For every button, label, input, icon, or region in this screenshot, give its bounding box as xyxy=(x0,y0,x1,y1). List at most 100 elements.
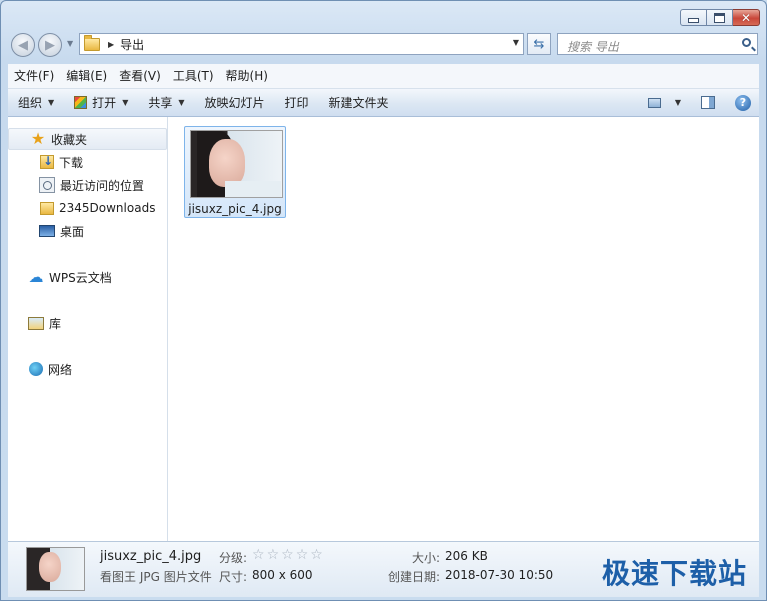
folder-icon xyxy=(84,34,100,51)
window-controls: ✕ xyxy=(680,9,760,26)
details-pane: jisuxz_pic_4.jpg 看图王 JPG 图片文件 分级: ☆ ☆ ☆ ☆ ☆ … xyxy=(8,541,759,597)
chevron-down-icon: ▼ xyxy=(178,98,185,107)
share-button[interactable]: 共享 ▼ xyxy=(138,89,194,116)
library-icon xyxy=(28,316,44,330)
rating-label: 分级: xyxy=(219,551,248,565)
print-label: 打印 xyxy=(284,96,309,110)
help-icon[interactable]: ? xyxy=(735,94,751,111)
rating-stars[interactable]: ☆ ☆ ☆ ☆ ☆ xyxy=(252,547,325,563)
menu-view[interactable]: 查看(V) xyxy=(113,66,167,86)
site-watermark: 极速下载站 xyxy=(601,557,747,590)
nav-network-label: 网络 xyxy=(48,362,73,377)
star-icon[interactable]: ☆ xyxy=(281,547,294,563)
dimensions-value: 800 x 600 xyxy=(252,568,313,582)
star-icon[interactable]: ☆ xyxy=(296,547,309,563)
explorer-window: ✕ ◀ ▶ ▼ ▶ 导出 ▼ ⇆ 搜索 导出 文件(F) 编辑(E) 查看(V)… xyxy=(0,0,767,601)
print-button[interactable]: 打印 xyxy=(275,89,319,116)
close-icon: ✕ xyxy=(740,10,752,25)
nav-downloads-label: 下载 xyxy=(59,155,84,170)
cloud-icon: ☁ xyxy=(28,268,44,286)
menu-bar: 文件(F) 编辑(E) 查看(V) 工具(T) 帮助(H) xyxy=(8,64,759,89)
details-file-name: jisuxz_pic_4.jpg xyxy=(100,549,202,564)
open-button[interactable]: 打开 ▼ xyxy=(64,89,138,116)
back-button[interactable]: ◀ xyxy=(11,33,35,57)
chevron-down-icon: ▼ xyxy=(122,98,129,107)
change-view-icon[interactable] xyxy=(647,97,661,108)
created-date-label: 创建日期: xyxy=(388,570,441,584)
network-icon xyxy=(29,362,43,376)
organize-button[interactable]: 组织 ▼ xyxy=(8,89,64,116)
nav-wps-cloud[interactable]: ☁ WPS云文档 xyxy=(8,266,167,288)
navigation-row: ◀ ▶ ▼ ▶ 导出 ▼ ⇆ 搜索 导出 xyxy=(11,31,758,57)
slideshow-button[interactable]: 放映幻灯片 xyxy=(195,89,275,116)
breadcrumb-current-folder[interactable]: 导出 xyxy=(120,36,144,53)
nav-recent-label: 最近访问的位置 xyxy=(60,178,145,193)
address-bar[interactable]: ▶ 导出 ▼ xyxy=(79,33,524,55)
open-label: 打开 xyxy=(92,96,117,110)
navigation-pane: ★ 收藏夹 下载 最近访问的位置 2345Downloads 桌面 ☁ WPS云… xyxy=(8,117,168,541)
forward-button[interactable]: ▶ xyxy=(38,33,62,57)
nav-2345downloads-label: 2345Downloads xyxy=(59,201,156,215)
size-label: 大小: xyxy=(412,551,441,565)
file-thumbnail xyxy=(190,130,283,198)
minimize-button[interactable] xyxy=(680,9,707,26)
close-button[interactable]: ✕ xyxy=(733,9,760,26)
toolbar-right-group: ▼ ? xyxy=(647,89,751,116)
recent-pages-dropdown[interactable]: ▼ xyxy=(67,39,73,48)
file-list-pane[interactable]: jisuxz_pic_4.jpg xyxy=(168,117,759,541)
share-label: 共享 xyxy=(148,96,173,110)
breadcrumb-separator-icon[interactable]: ▶ xyxy=(108,40,114,49)
refresh-icon: ⇆ xyxy=(533,36,545,52)
nav-wps-label: WPS云文档 xyxy=(49,270,112,285)
desktop-icon xyxy=(39,225,55,237)
nav-desktop-label: 桌面 xyxy=(60,224,85,239)
star-icon[interactable]: ☆ xyxy=(310,547,323,563)
nav-library-label: 库 xyxy=(49,316,62,331)
back-arrow-icon: ◀ xyxy=(18,37,28,53)
organize-label: 组织 xyxy=(18,96,43,110)
refresh-button[interactable]: ⇆ xyxy=(527,33,551,55)
recent-places-icon xyxy=(39,177,55,193)
command-bar: 组织 ▼ 打开 ▼ 共享 ▼ 放映幻灯片 打印 新建文件夹 ▼ ? xyxy=(8,89,759,117)
preview-pane-icon[interactable] xyxy=(701,96,715,109)
maximize-icon xyxy=(714,12,725,23)
folder-icon xyxy=(40,201,54,215)
details-file-type: 看图王 JPG 图片文件 xyxy=(100,570,212,584)
search-icon[interactable] xyxy=(742,38,751,47)
thumbnail-face-shape xyxy=(209,139,245,187)
dimensions-label: 尺寸: xyxy=(219,570,248,584)
downloads-folder-icon xyxy=(40,154,54,169)
slideshow-label: 放映幻灯片 xyxy=(204,96,265,110)
search-placeholder: 搜索 导出 xyxy=(567,40,619,54)
thumbnail-body-shape xyxy=(225,181,281,197)
menu-file[interactable]: 文件(F) xyxy=(8,66,60,86)
search-input[interactable]: 搜索 导出 xyxy=(557,33,758,55)
nav-network[interactable]: 网络 xyxy=(8,358,167,380)
nav-2345downloads[interactable]: 2345Downloads xyxy=(8,197,167,219)
new-folder-button[interactable]: 新建文件夹 xyxy=(319,89,399,116)
menu-edit[interactable]: 编辑(E) xyxy=(60,66,113,86)
nav-downloads[interactable]: 下载 xyxy=(8,151,167,173)
thumbnail-face-shape xyxy=(39,552,61,582)
nav-libraries[interactable]: 库 xyxy=(8,312,167,334)
minimize-icon xyxy=(688,18,699,23)
address-dropdown-button[interactable]: ▼ xyxy=(513,38,519,47)
file-item[interactable]: jisuxz_pic_4.jpg xyxy=(184,126,286,218)
menu-tools[interactable]: 工具(T) xyxy=(167,66,220,86)
new-folder-label: 新建文件夹 xyxy=(328,96,389,110)
image-viewer-icon xyxy=(74,96,88,109)
forward-arrow-icon: ▶ xyxy=(45,37,55,53)
maximize-button[interactable] xyxy=(707,9,733,26)
menu-help[interactable]: 帮助(H) xyxy=(220,66,274,86)
file-name-label: jisuxz_pic_4.jpg xyxy=(188,202,282,216)
nav-favorites[interactable]: ★ 收藏夹 xyxy=(8,128,167,150)
nav-favorites-label: 收藏夹 xyxy=(51,132,88,147)
star-icon[interactable]: ☆ xyxy=(267,547,280,563)
nav-desktop[interactable]: 桌面 xyxy=(8,220,167,242)
details-thumbnail xyxy=(26,547,85,591)
star-icon[interactable]: ☆ xyxy=(252,547,265,563)
nav-recent-places[interactable]: 最近访问的位置 xyxy=(8,174,167,196)
view-dropdown-icon[interactable]: ▼ xyxy=(675,98,681,107)
created-date-value: 2018-07-30 10:50 xyxy=(445,568,554,582)
star-icon: ★ xyxy=(30,129,46,148)
